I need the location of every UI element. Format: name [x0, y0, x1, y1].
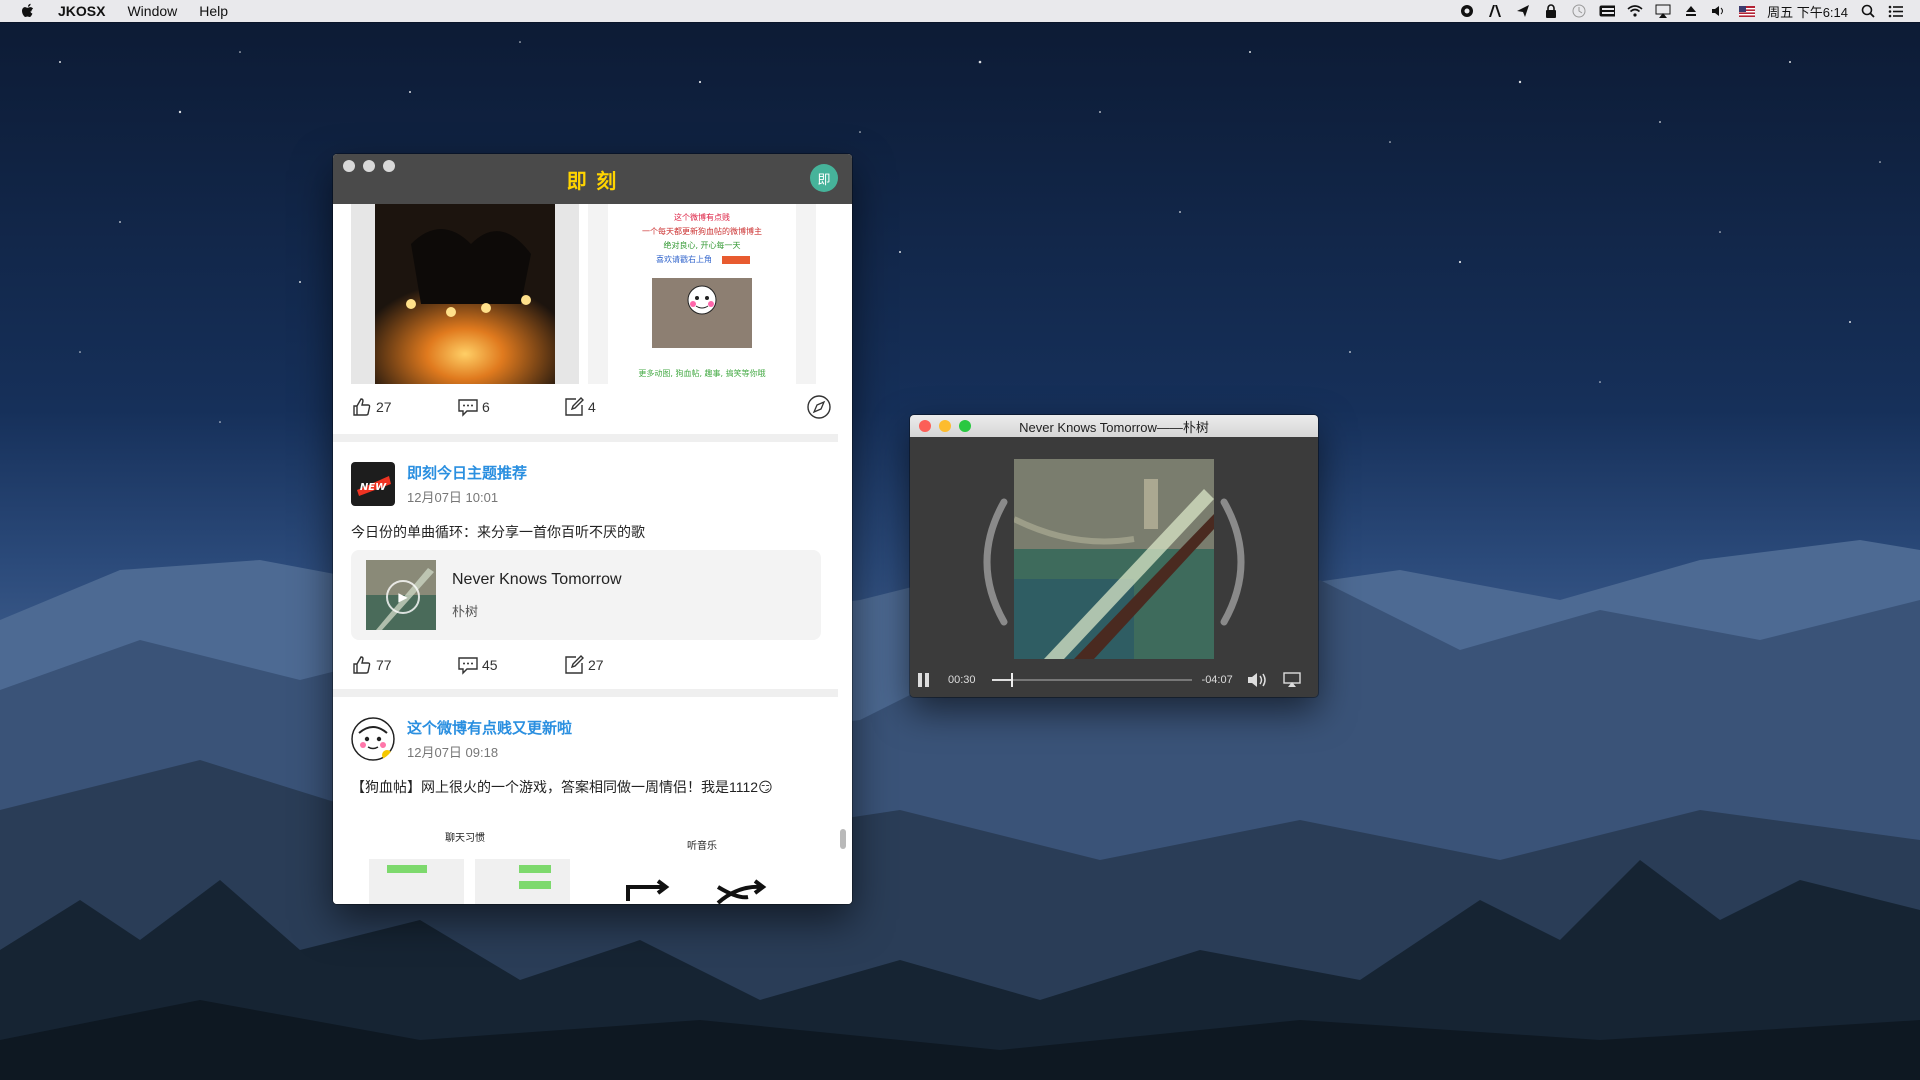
preview-title: 聊天习惯: [445, 831, 485, 844]
time-elapsed: 00:30: [948, 674, 976, 686]
thumb-line-2: 一个每天都更新狗血帖的微博博主: [642, 226, 762, 236]
play-icon[interactable]: ▶: [386, 580, 420, 614]
lock-icon[interactable]: [1543, 3, 1559, 19]
time-machine-icon[interactable]: [1571, 3, 1587, 19]
repost-button[interactable]: 27: [563, 654, 669, 676]
post-divider: [333, 434, 838, 442]
repost-count: 27: [588, 657, 604, 673]
thumb-line-1: 这个微博有点贱: [674, 212, 730, 222]
compass-share-icon[interactable]: [807, 395, 831, 419]
airplay-icon[interactable]: [1283, 672, 1301, 688]
menu-window[interactable]: Window: [127, 3, 177, 19]
progress-fill: [991, 679, 1012, 681]
author-name[interactable]: 即刻今日主题推荐: [407, 462, 527, 483]
comment-button[interactable]: 6: [457, 396, 563, 418]
volume-icon[interactable]: [1247, 671, 1269, 689]
preview-title: 听音乐: [687, 839, 717, 852]
status-circle-icon[interactable]: [1459, 3, 1475, 19]
music-card[interactable]: ▶ Never Knows Tomorrow 朴树: [351, 550, 821, 640]
post-image[interactable]: 聊天习惯: [351, 809, 579, 904]
comment-count: 6: [482, 399, 490, 415]
player-titlebar[interactable]: Never Knows Tomorrow——朴树: [910, 415, 1318, 437]
like-button[interactable]: 77: [351, 654, 457, 676]
player-title: Never Knows Tomorrow——朴树: [1019, 419, 1209, 435]
close-button[interactable]: [919, 420, 931, 432]
comment-icon: [458, 657, 478, 675]
post-text: 今日份的单曲循环：来分享一首你百听不厌的歌: [351, 524, 645, 540]
keyboard-icon[interactable]: [1599, 3, 1616, 19]
eject-icon[interactable]: [1683, 3, 1699, 19]
menu-clock[interactable]: 周五 下午6:14: [1767, 2, 1848, 21]
feed-post: 这个微博有点贱 一个每天都更新狗血帖的微博博主 绝对良心, 开心每一天 喜欢请戳…: [333, 204, 852, 454]
app-title: 即 刻: [566, 170, 619, 193]
menu-app-name[interactable]: JKOSX: [58, 3, 105, 19]
comment-icon: [458, 399, 478, 417]
comment-button[interactable]: 45: [457, 654, 563, 676]
pause-button[interactable]: [918, 673, 932, 687]
post-actions: 27 6 4: [351, 392, 831, 422]
edit-icon: [565, 397, 584, 416]
thumbs-up-icon: [353, 656, 371, 674]
minimize-button[interactable]: [939, 420, 951, 432]
volume-menu-icon[interactable]: [1711, 3, 1727, 19]
airplay-menu-icon[interactable]: [1655, 3, 1671, 19]
apple-logo-icon[interactable]: [20, 3, 36, 19]
post-time: 12月07日 09:18: [407, 745, 499, 760]
post-time: 12月07日 10:01: [407, 490, 499, 505]
send-icon[interactable]: [1515, 3, 1531, 19]
notification-center-icon[interactable]: [1888, 3, 1904, 19]
progress-slider[interactable]: [991, 673, 1192, 687]
zoom-button[interactable]: [959, 420, 971, 432]
us-flag-icon[interactable]: [1739, 3, 1756, 19]
author-avatar[interactable]: [351, 717, 395, 761]
like-count: 77: [376, 657, 392, 673]
thumb-caption: 更多动图, 狗血帖, 趣事, 搞笑等你哦: [638, 368, 765, 378]
post-text: 【狗血帖】网上很火的一个游戏，答案相同做一周情侣！我是1112😏: [351, 779, 773, 795]
avatar-new-label: NEW: [360, 482, 387, 493]
album-art: [1014, 459, 1214, 659]
author-name[interactable]: 这个微博有点贱又更新啦: [407, 717, 572, 738]
post-image[interactable]: [351, 204, 579, 384]
comment-count: 45: [482, 657, 498, 673]
author-avatar[interactable]: NEW: [351, 462, 395, 506]
repost-count: 4: [588, 399, 596, 415]
feed-post: 这个微博有点贱又更新啦 12月07日 09:18 【狗血帖】网上很火的一个游戏，…: [333, 699, 838, 904]
music-artist: 朴树: [452, 603, 479, 619]
feed-scrollbar[interactable]: [840, 829, 846, 849]
minimize-button[interactable]: [363, 160, 375, 172]
jike-titlebar[interactable]: 即 刻 即: [333, 154, 852, 204]
spotlight-search-icon[interactable]: [1860, 3, 1876, 19]
thumbs-up-icon: [353, 398, 371, 416]
post-image[interactable]: 听音乐: [588, 809, 816, 904]
close-button[interactable]: [343, 160, 355, 172]
repost-button[interactable]: 4: [563, 396, 669, 418]
music-cover[interactable]: ▶: [366, 560, 436, 630]
time-remaining: -04:07: [1201, 674, 1233, 686]
like-count: 27: [376, 399, 392, 415]
feed-list[interactable]: 这个微博有点贱 一个每天都更新狗血帖的微博博主 绝对良心, 开心每一天 喜欢请戳…: [333, 204, 852, 904]
edit-icon: [565, 655, 584, 674]
jike-window: 即 刻 即 这个微博有点贱 一个每天都更新狗血帖的微博博主 绝对良心, 开心每一…: [333, 154, 852, 904]
music-player-window: Never Knows Tomorrow——朴树 00:30 -04:07: [910, 415, 1318, 697]
menu-bar: JKOSX Window Help 周五 下午6:14: [0, 0, 1920, 22]
post-image[interactable]: 这个微博有点贱 一个每天都更新狗血帖的微博博主 绝对良心, 开心每一天 喜欢请戳…: [588, 204, 816, 384]
menu-help[interactable]: Help: [199, 3, 228, 19]
feed-post: NEW 即刻今日主题推荐 12月07日 10:01 今日份的单曲循环：来分享一首…: [333, 444, 838, 699]
progress-knob[interactable]: [1010, 673, 1013, 687]
like-button[interactable]: 27: [351, 396, 457, 418]
wifi-icon[interactable]: [1627, 3, 1643, 19]
thumb-line-4: 喜欢请戳右上角: [656, 254, 712, 264]
player-controls: 00:30 -04:07: [910, 663, 1318, 697]
thumb-line-3: 绝对良心, 开心每一天: [663, 240, 740, 250]
post-divider: [333, 689, 838, 697]
zoom-button[interactable]: [383, 160, 395, 172]
user-avatar[interactable]: 即: [810, 164, 838, 192]
post-actions: 77 45 27: [351, 650, 831, 680]
music-title: Never Knows Tomorrow: [452, 570, 622, 588]
adobe-icon[interactable]: [1487, 3, 1503, 19]
